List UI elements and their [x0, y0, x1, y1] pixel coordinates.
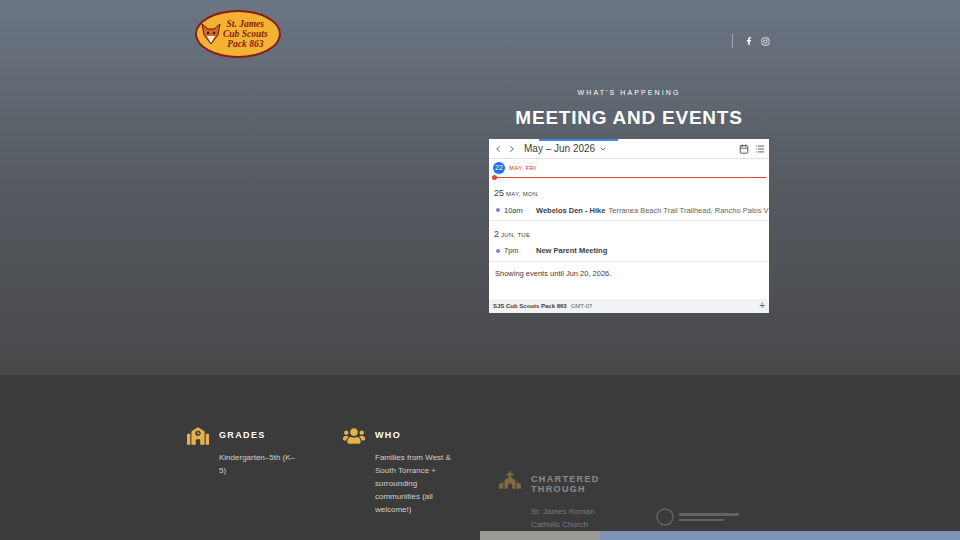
page: St. JamesCub ScoutsPack 863 WHAT'S HAPPEN… — [0, 0, 960, 540]
logo-text: Pack 863 — [227, 39, 263, 49]
today-row: 22MAY, FRI — [489, 159, 769, 174]
agenda-event[interactable]: 7pmNew Parent Meeting — [489, 245, 769, 256]
instagram-icon[interactable] — [761, 37, 770, 46]
fact-text: St. James Roman Catholic Church — [531, 505, 611, 531]
fact-title: CHARTERED THROUGH — [531, 474, 621, 494]
fact-item: GRADES Kindergarten–5th (K–5) — [187, 430, 343, 477]
photo-block — [600, 531, 960, 540]
agenda-view-icon[interactable] — [755, 144, 765, 154]
site-header: St. JamesCub ScoutsPack 863 — [0, 0, 960, 58]
facts-section: GRADES Kindergarten–5th (K–5) WHO Families … — [0, 375, 960, 531]
event-dot — [496, 249, 500, 253]
add-calendar-button[interactable]: + — [759, 301, 765, 311]
agenda: 22MAY, FRI 25MAY, MON10amWebelos Den - Hi… — [489, 159, 769, 299]
event-dot — [496, 208, 500, 212]
hero-title: MEETING AND EVENTS — [515, 108, 742, 128]
loading-bar — [539, 139, 618, 141]
calendar-footer: SJS Cub Scouts Pack 863GMT-07+ — [489, 299, 769, 313]
logo-text: Cub Scouts — [223, 29, 268, 39]
pack-logo[interactable]: St. JamesCub ScoutsPack 863 — [195, 10, 281, 58]
calendar-embed[interactable]: May – Jun 2026 22MAY, FRI 25MAY, MON10amWe… — [489, 139, 769, 313]
fact-text: Kindergarten–5th (K–5) — [219, 451, 299, 477]
fact-icon — [187, 425, 209, 447]
fact-icon — [343, 425, 365, 447]
hero: St. JamesCub ScoutsPack 863 WHAT'S HAPPEN… — [0, 0, 960, 375]
agenda-event[interactable]: 10amWebelos Den - HikeTerranea Beach Tra… — [489, 205, 769, 216]
agenda-notice: Showing events until Jun 20, 2026. — [489, 262, 769, 279]
agenda-day: 2JUN, TUE7pmNew Parent Meeting — [489, 221, 769, 262]
fact-title: GRADES — [219, 430, 309, 440]
next-icon[interactable] — [507, 144, 517, 154]
logo-text: St. James — [227, 19, 264, 29]
partner-logo-icon — [655, 507, 745, 527]
header-divider — [732, 34, 733, 48]
fact-item: CHARTERED THROUGH St. James Roman Catholi… — [499, 474, 655, 531]
previous-icon[interactable] — [493, 144, 503, 154]
photo-block — [480, 531, 600, 540]
agenda-day: 25MAY, MON10amWebelos Den - HikeTerranea… — [489, 180, 769, 221]
next-section-strip — [0, 531, 960, 540]
facebook-icon[interactable] — [745, 37, 753, 45]
calendar-toolbar: May – Jun 2026 — [489, 139, 769, 159]
fact-text: Families from West & South Torrance + su… — [375, 451, 455, 516]
calendar-view-icon[interactable] — [739, 144, 749, 154]
dropdown-icon[interactable] — [599, 145, 607, 153]
date-range[interactable]: May – Jun 2026 — [524, 141, 595, 156]
hero-eyebrow: WHAT'S HAPPENING — [578, 88, 681, 97]
fact-item: WHO Families from West & South Torrance +… — [343, 430, 499, 516]
fact-icon — [499, 469, 521, 491]
fox-icon — [201, 23, 221, 45]
fact-title: WHO — [375, 430, 465, 440]
